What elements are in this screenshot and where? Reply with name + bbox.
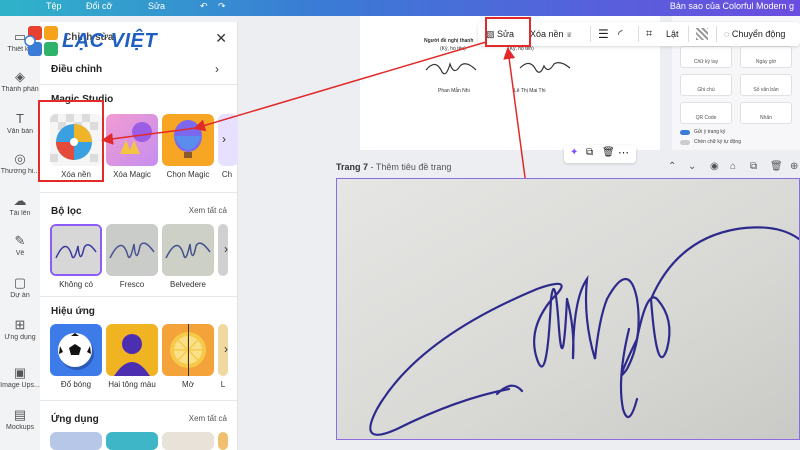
chevron-up-icon[interactable]: ⌃ [668, 161, 676, 172]
page-title-input[interactable]: Thêm tiêu đề trang [376, 162, 452, 172]
copy-page-icon[interactable]: ⧉ [750, 161, 757, 172]
signature-photo[interactable] [336, 178, 800, 440]
more-icon[interactable]: ⋯ [618, 146, 629, 159]
chevron-down-icon[interactable]: ⌄ [688, 161, 696, 172]
magic-icon[interactable]: ✦ [570, 147, 578, 158]
page-header: Trang 7 - Thêm tiêu đề trang [336, 162, 452, 172]
lock-icon[interactable]: ⌂ [730, 161, 736, 172]
delete-page-icon[interactable]: 🗑 [770, 161, 783, 172]
trash-icon[interactable]: 🗑 [602, 147, 615, 158]
duplicate-icon[interactable]: ⧉ [586, 147, 593, 158]
add-page-icon[interactable]: ⊕ [790, 161, 798, 172]
page-number: Trang 7 [336, 162, 369, 172]
handwritten-signature-image [337, 179, 799, 439]
hide-icon[interactable]: ◉ [710, 161, 719, 172]
quick-actions: ✦ ⧉ 🗑 ⋯ [564, 145, 636, 163]
